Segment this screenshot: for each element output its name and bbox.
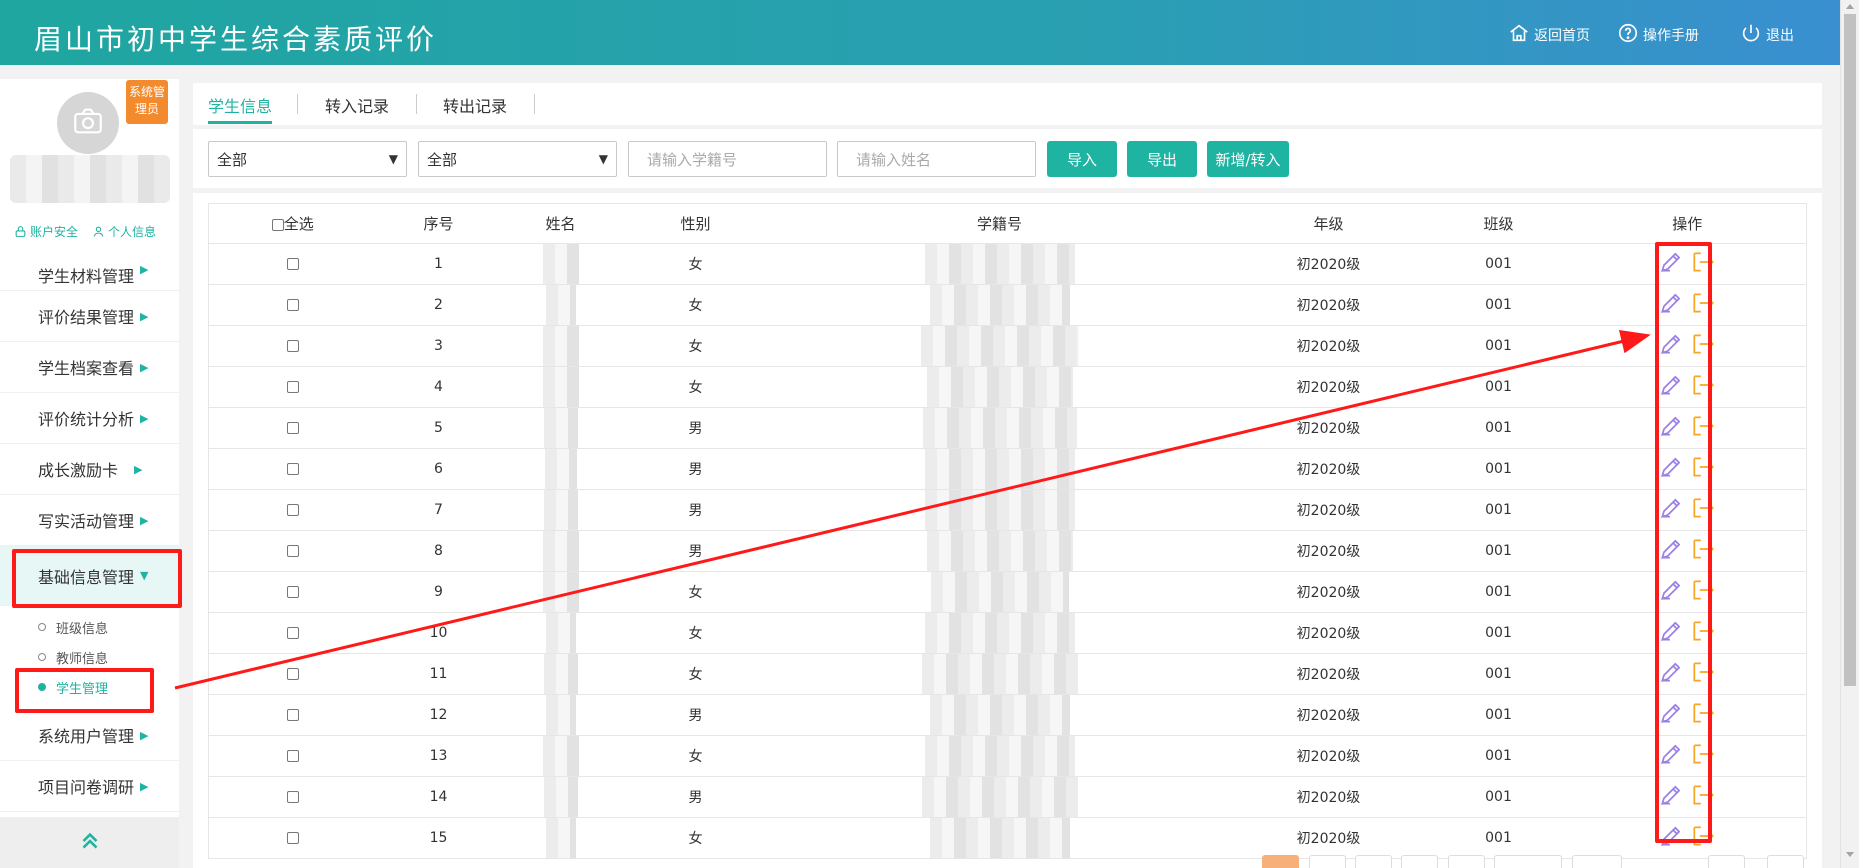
annotation-arrow — [174, 329, 1651, 690]
